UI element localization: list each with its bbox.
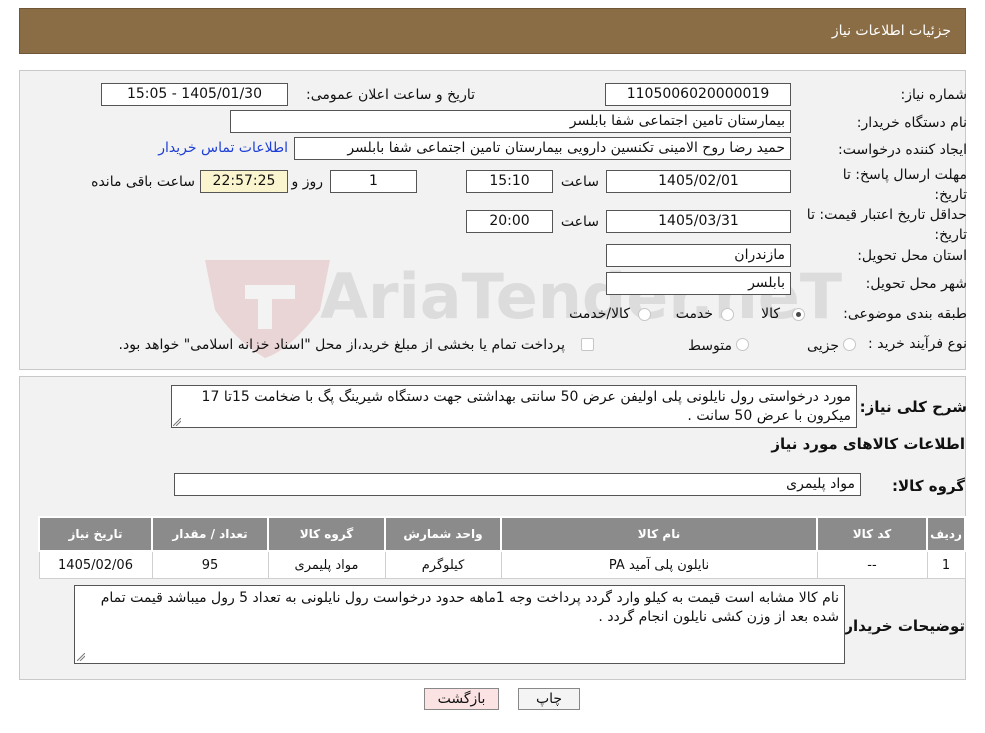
table-cell: مواد پلیمری [267, 550, 386, 579]
reply-date-field: 1405/02/01 [606, 170, 791, 193]
description-label: شرح کلی نیاز: [859, 398, 967, 416]
time-remaining-label: ساعت باقی مانده [91, 174, 195, 190]
column-header: تعداد / مقدار [151, 516, 269, 552]
table-cell: 1405/02/06 [38, 550, 153, 579]
category-service-radio[interactable] [721, 308, 734, 321]
goods-group-label: گروه کالا: [892, 477, 965, 495]
city-field: بابلسر [606, 272, 791, 295]
buyer-org-field: بیمارستان تامین اجتماعی شفا بابلسر [230, 110, 791, 133]
price-validity-label: حداقل تاریخ اعتبار قیمت: تا تاریخ: [806, 207, 967, 243]
goods-table: ردیف کد کالا نام کالا واحد شمارش گروه کا… [38, 516, 966, 579]
validity-time-label: ساعت [560, 214, 599, 230]
treasury-docs-checkbox[interactable] [581, 338, 594, 351]
description-text: مورد درخواستی رول نایلونی پلی اولیفن عرض… [201, 389, 851, 424]
column-header: واحد شمارش [384, 516, 502, 552]
validity-time-field: 20:00 [466, 210, 553, 233]
watermark-text: AriaTender.neT [320, 260, 843, 333]
buyer-org-label: نام دستگاه خریدار: [856, 115, 967, 131]
table-cell: 1 [926, 550, 966, 579]
reply-deadline-label: مهلت ارسال پاسخ: تا تاریخ: [842, 167, 967, 203]
reply-time-label: ساعت [560, 174, 599, 190]
table-cell: نایلون پلی آمید PA [500, 550, 818, 579]
column-header: ردیف [926, 516, 966, 552]
purchase-minor-label: جزیی [807, 338, 839, 354]
table-header-row: ردیف کد کالا نام کالا واحد شمارش گروه کا… [38, 516, 966, 552]
province-field: مازندران [606, 244, 791, 267]
creator-label: ایجاد کننده درخواست: [838, 142, 967, 158]
purchase-medium-label: متوسط [688, 338, 732, 354]
table-cell: کیلوگرم [384, 550, 502, 579]
reply-time-field: 15:10 [466, 170, 553, 193]
need-number-field: 1105006020000019 [605, 83, 791, 106]
announce-datetime-field: 1405/01/30 - 15:05 [101, 83, 288, 106]
page-title: جزئیات اطلاعات نیاز [831, 23, 951, 39]
creator-field: حمید رضا روح الامینی تکنسین دارویی بیمار… [294, 137, 791, 160]
goods-group-field: مواد پلیمری [174, 473, 861, 496]
column-header: نام کالا [500, 516, 818, 552]
print-button[interactable]: چاپ [518, 688, 580, 710]
column-header: گروه کالا [267, 516, 386, 552]
description-textarea[interactable]: مورد درخواستی رول نایلونی پلی اولیفن عرض… [171, 385, 857, 428]
days-remaining-field: 1 [330, 170, 417, 193]
buyer-notes-text: نام کالا مشابه است قیمت به کیلو وارد گرد… [100, 590, 839, 625]
purchase-medium-radio[interactable] [736, 338, 749, 351]
resize-grip-icon[interactable] [77, 653, 85, 661]
category-goods-radio[interactable] [792, 308, 805, 321]
category-label: طبقه بندی موضوعی: [843, 306, 967, 322]
goods-section-title: اطلاعات کالاهای مورد نیاز [771, 435, 965, 453]
table-cell: 95 [151, 550, 269, 579]
table-row: 1 -- نایلون پلی آمید PA کیلوگرم مواد پلی… [38, 550, 966, 579]
purchase-minor-radio[interactable] [843, 338, 856, 351]
time-remaining-field: 22:57:25 [200, 170, 288, 193]
need-number-label: شماره نیاز: [900, 87, 968, 103]
column-header: کد کالا [816, 516, 928, 552]
table-cell: -- [816, 550, 928, 579]
days-label: روز و [291, 174, 324, 190]
treasury-docs-note: پرداخت تمام یا بخشی از مبلغ خرید،از محل … [118, 337, 565, 353]
goods-table-wrap: ردیف کد کالا نام کالا واحد شمارش گروه کا… [38, 516, 966, 579]
announce-datetime-label: تاریخ و ساعت اعلان عمومی: [306, 87, 475, 103]
category-service-label: خدمت [675, 306, 713, 322]
province-label: استان محل تحویل: [857, 248, 967, 264]
resize-grip-icon[interactable] [173, 418, 181, 426]
purchase-type-label: نوع فرآیند خرید : [868, 336, 967, 352]
buyer-notes-textarea[interactable]: نام کالا مشابه است قیمت به کیلو وارد گرد… [74, 585, 845, 664]
back-button[interactable]: بازگشت [424, 688, 499, 710]
category-goods-label: کالا [761, 306, 780, 322]
validity-date-field: 1405/03/31 [606, 210, 791, 233]
buyer-notes-label: توضیحات خریدار: [838, 617, 965, 635]
column-header: تاریخ نیاز [38, 516, 153, 552]
category-goods-service-label: کالا/خدمت [569, 306, 630, 322]
page-header: جزئیات اطلاعات نیاز [19, 8, 966, 54]
category-goods-service-radio[interactable] [638, 308, 651, 321]
city-label: شهر محل تحویل: [865, 276, 967, 292]
buyer-contact-link[interactable]: اطلاعات تماس خریدار [158, 140, 288, 156]
